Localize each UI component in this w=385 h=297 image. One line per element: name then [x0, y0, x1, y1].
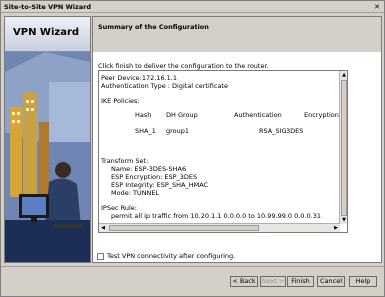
ike-header-encryption: Encryption	[304, 111, 339, 119]
ipsec-rule-line: permit all ip traffic from 10.20.1.1 0.0…	[111, 212, 321, 220]
ike-cell-hash: SHA_1	[135, 127, 156, 135]
person-at-computer-illustration	[5, 52, 90, 262]
transform-set-label: Transform Set:	[101, 157, 149, 165]
finish-button[interactable]: Finish	[287, 276, 314, 287]
window-title: Site-to-Site VPN Wizard	[4, 3, 92, 11]
cancel-button[interactable]: Cancel	[317, 276, 345, 287]
transform-encryption-line: ESP Encryption: ESP_3DES	[111, 173, 198, 181]
ike-header-dh-group: DH Group	[166, 111, 198, 119]
test-connectivity-checkbox[interactable]	[97, 252, 104, 260]
wizard-illustration	[5, 52, 90, 262]
wizard-content-panel: Summary of the Configuration Click finis…	[92, 16, 382, 263]
title-bar: Site-to-Site VPN Wizard ✕	[1, 1, 384, 13]
help-button[interactable]: Help	[349, 276, 377, 287]
scroll-left-icon[interactable]: ◀	[99, 224, 107, 232]
test-connectivity-row[interactable]: Test VPN connectivity after configuring.	[97, 252, 235, 260]
ike-header-authentication: Authentication	[234, 111, 282, 119]
sidebar-heading: VPN Wizard	[13, 27, 80, 38]
transform-mode-line: Mode: TUNNEL	[111, 189, 160, 197]
scroll-up-icon[interactable]: ▲	[340, 71, 347, 79]
back-button[interactable]: < Back	[230, 276, 258, 287]
close-icon[interactable]: ✕	[373, 3, 381, 11]
ipsec-rule-label: IPSec Rule:	[101, 204, 137, 212]
peer-device-line: Peer Device:172.16.1.1	[101, 74, 177, 82]
vertical-scroll-thumb[interactable]	[341, 80, 347, 216]
footer-divider	[1, 266, 384, 267]
wizard-sidebar: VPN Wizard	[4, 16, 91, 263]
ike-policies-label: IKE Policies:	[101, 97, 140, 105]
scroll-down-icon[interactable]: ▼	[340, 216, 347, 224]
ike-header-hash: Hash	[135, 111, 152, 119]
ike-cell-dh-group: group1	[166, 127, 190, 135]
summary-vertical-scrollbar[interactable]: ▲ ▼	[339, 71, 347, 224]
content-header: Summary of the Configuration	[93, 17, 381, 52]
ike-cell-encryption: 3DES	[286, 127, 304, 135]
transform-integrity-line: ESP Integrity: ESP_SHA_HMAC	[111, 181, 209, 189]
instruction-text: Click finish to deliver the configuratio…	[98, 62, 269, 70]
test-connectivity-label: Test VPN connectivity after configuring.	[107, 252, 236, 260]
auth-type-line: Authentication Type : Digital certificat…	[101, 82, 228, 90]
horizontal-scroll-thumb[interactable]	[109, 225, 259, 231]
section-title: Summary of the Configuration	[98, 23, 209, 31]
transform-name-line: Name: ESP-3DES-SHA6	[111, 165, 187, 173]
sidebar-header: VPN Wizard	[5, 17, 90, 52]
configuration-summary-box[interactable]: Peer Device:172.16.1.1 Authentication Ty…	[98, 70, 348, 233]
next-button[interactable]: Next >	[260, 276, 286, 287]
summary-horizontal-scrollbar[interactable]: ◀ ▶	[99, 223, 340, 232]
vpn-wizard-window: Site-to-Site VPN Wizard ✕ VPN Wizard Sum…	[0, 0, 385, 297]
ike-cell-authentication: RSA_SIG	[259, 127, 287, 135]
scroll-right-icon[interactable]: ▶	[332, 224, 340, 232]
